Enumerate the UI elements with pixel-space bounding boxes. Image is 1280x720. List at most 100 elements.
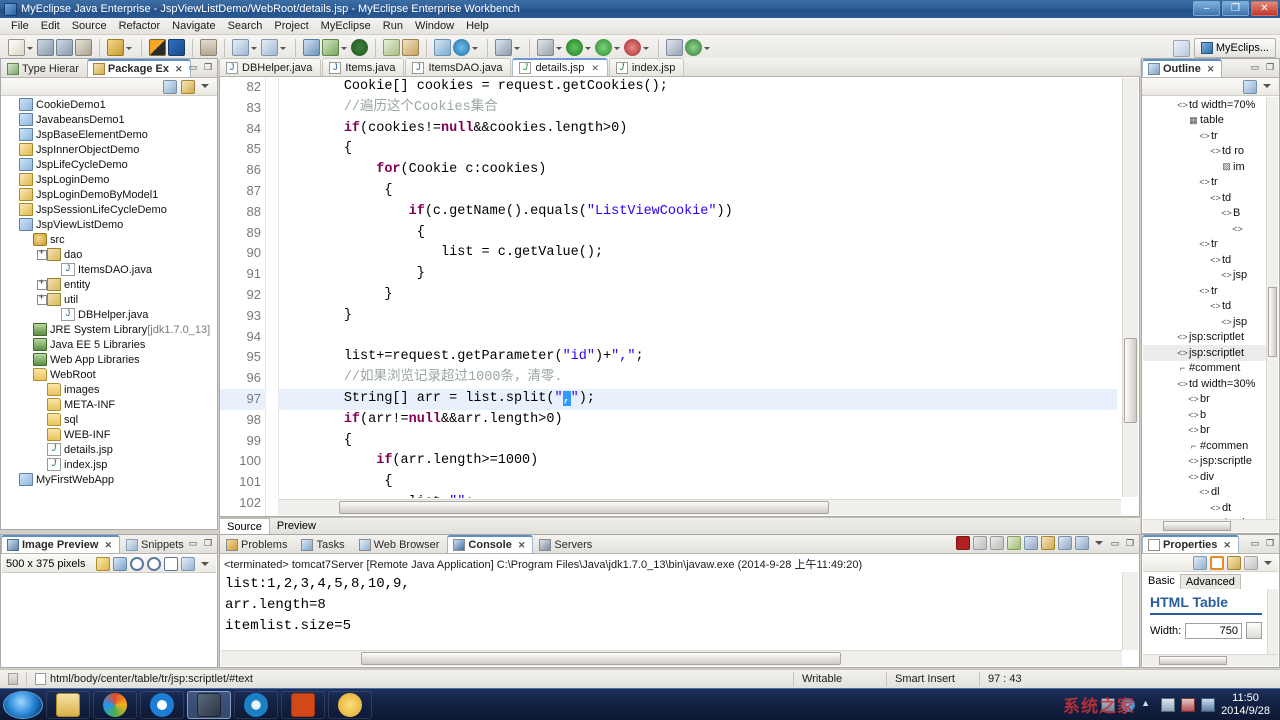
outline-node[interactable]: <> jsp:scriptlet	[1143, 330, 1266, 346]
code-line[interactable]: //如果浏览记录超过1000条，清零.	[279, 368, 1117, 389]
new-dropdown-icon[interactable]	[26, 40, 34, 56]
minimize-icon[interactable]: ▭	[187, 61, 199, 73]
expand-icon[interactable]	[36, 292, 47, 305]
close-icon[interactable]: ✕	[1223, 540, 1231, 551]
open-resource-dropdown-icon[interactable]	[279, 40, 287, 56]
properties-horizontal-scrollbar[interactable]	[1143, 654, 1278, 666]
tree-item-jre-system-library[interactable]: JRE System Library [jdk1.7.0_13]	[2, 322, 216, 337]
taskbar-item-sogou-browser[interactable]	[234, 690, 278, 719]
tree-item-jsplifecycledemo[interactable]: JspLifeCycleDemo	[2, 157, 216, 172]
menu-help[interactable]: Help	[460, 19, 495, 33]
outline-node[interactable]: <> br	[1143, 392, 1266, 408]
taskbar-clock[interactable]: 11:50 2014/9/28	[1221, 692, 1274, 718]
start-orb-icon[interactable]	[3, 690, 43, 719]
run-launch-dropdown-icon[interactable]	[613, 40, 621, 56]
run-icon[interactable]	[322, 39, 339, 56]
perspective-myeclipse-button[interactable]: MyEclips...	[1193, 38, 1276, 58]
tab-image-preview[interactable]: Image Preview ✕	[1, 535, 120, 553]
close-icon[interactable]: ✕	[104, 540, 112, 551]
previous-annotation-icon[interactable]	[685, 39, 702, 56]
tree-item-java-ee-5-libraries[interactable]: Java EE 5 Libraries	[2, 337, 216, 352]
menu-run[interactable]: Run	[377, 19, 409, 33]
maximize-icon[interactable]: ❐	[1264, 61, 1276, 73]
editor-tab-items-java[interactable]: Items.java	[322, 58, 405, 76]
close-icon[interactable]: ✕	[1207, 64, 1215, 75]
tree-item-index-jsp[interactable]: index.jsp	[2, 457, 216, 472]
outline-node[interactable]: ▦ table	[1143, 113, 1266, 129]
tree-item-details-jsp[interactable]: details.jsp	[2, 442, 216, 457]
run-history-dropdown-icon[interactable]	[642, 40, 650, 56]
terminate-icon[interactable]	[956, 536, 970, 550]
close-icon[interactable]: ✕	[518, 540, 526, 551]
outline-node[interactable]: <> td ro	[1143, 144, 1266, 160]
code-line[interactable]: {	[279, 181, 1117, 202]
print-icon[interactable]	[75, 39, 92, 56]
menu-window[interactable]: Window	[409, 19, 460, 33]
code-line[interactable]: list+=request.getParameter("id")+",";	[279, 347, 1117, 368]
code-text-area[interactable]: Cookie[] cookies = request.getCookies();…	[279, 77, 1117, 498]
expand-icon[interactable]	[36, 247, 47, 260]
outline-tree[interactable]: <> td width=70% ▦ table <> tr <> td ro ▨ im <> tr <>…	[1143, 97, 1266, 519]
width-unit-dropdown[interactable]	[1246, 622, 1262, 639]
code-line[interactable]: //遍历这个Cookies集合	[279, 98, 1117, 119]
tree-item-dbhelper-java[interactable]: DBHelper.java	[2, 307, 216, 322]
minimize-icon[interactable]: ▭	[1249, 537, 1261, 549]
outline-node[interactable]: <> td	[1143, 299, 1266, 315]
outline-node[interactable]: <>	[1143, 221, 1266, 237]
outline-horizontal-scrollbar[interactable]	[1143, 519, 1278, 532]
tree-item-images[interactable]: images	[2, 382, 216, 397]
properties-menu-icon[interactable]	[1261, 556, 1275, 570]
tab-package-explorer[interactable]: Package Ex ✕	[86, 59, 191, 77]
code-line[interactable]: }	[279, 285, 1117, 306]
close-icon[interactable]: ✕	[591, 63, 599, 74]
jsp-source-editor[interactable]: 82 83 84 85 86 87 88 89 90 91 92 93 94 95 96 97 98 99 100 1…	[219, 77, 1140, 517]
collapse-all-icon[interactable]	[1243, 79, 1257, 94]
open-resource-icon[interactable]	[261, 39, 278, 56]
next-annotation-icon[interactable]	[666, 39, 683, 56]
outline-vertical-scrollbar[interactable]	[1266, 97, 1278, 519]
scrollbar-thumb[interactable]	[1124, 338, 1137, 423]
code-line[interactable]: if(arr.length>=1000)	[279, 451, 1117, 472]
scroll-lock-icon[interactable]	[1024, 536, 1038, 550]
outline-node[interactable]: <> tr	[1143, 175, 1266, 191]
tree-item-jspbaseelementdemo[interactable]: JspBaseElementDemo	[2, 127, 216, 142]
outline-node[interactable]: ⌐ #commen	[1143, 438, 1266, 454]
code-line[interactable]: String[] arr = list.split(",");	[279, 388, 1117, 410]
pin-console-icon[interactable]	[1041, 536, 1055, 550]
run-dropdown-icon[interactable]	[340, 40, 348, 56]
taskbar-item-powerpoint[interactable]	[281, 690, 325, 719]
restore-default-icon[interactable]	[1227, 556, 1241, 570]
minimize-button[interactable]: –	[1193, 1, 1220, 16]
editor-tab-index-jsp[interactable]: index.jsp	[608, 58, 685, 76]
preview-icon[interactable]	[495, 39, 512, 56]
menu-navigate[interactable]: Navigate	[166, 19, 221, 33]
browser-icon[interactable]	[453, 39, 470, 56]
remove-launch-icon[interactable]	[973, 536, 987, 550]
taskbar-item-browser[interactable]	[93, 690, 137, 719]
collapse-all-icon[interactable]	[163, 79, 177, 94]
console-vertical-scrollbar[interactable]	[1122, 572, 1138, 650]
external-tools-icon[interactable]	[383, 39, 400, 56]
view-options-icon[interactable]	[181, 79, 195, 94]
scrollbar-thumb[interactable]	[339, 501, 829, 514]
properties-vertical-scrollbar[interactable]	[1267, 589, 1278, 654]
clear-console-icon[interactable]	[1007, 536, 1021, 550]
profile-dropdown-icon[interactable]	[555, 40, 563, 56]
show-advanced-icon[interactable]	[1210, 556, 1224, 570]
console-tab-console[interactable]: Console ✕	[447, 535, 534, 553]
minimize-icon[interactable]: ▭	[1249, 61, 1261, 73]
open-console-icon[interactable]	[1075, 536, 1089, 550]
outline-node[interactable]: ▨ im	[1143, 159, 1266, 175]
deploy-icon[interactable]	[107, 39, 124, 56]
tree-item-jsplogindemo[interactable]: JspLoginDemo	[2, 172, 216, 187]
taskbar-item-windows-explorer[interactable]	[46, 690, 90, 719]
tab-snippets[interactable]: Snippets	[120, 535, 192, 553]
tab-properties[interactable]: Properties ✕	[1142, 535, 1239, 553]
maximize-button[interactable]: ❐	[1222, 1, 1249, 16]
outline-node[interactable]: <> tr	[1143, 283, 1266, 299]
outline-node[interactable]: <> jsp:scriptle	[1143, 454, 1266, 470]
open-type-dropdown-icon[interactable]	[250, 40, 258, 56]
code-line[interactable]: {	[279, 431, 1117, 452]
minimize-icon[interactable]: ▭	[187, 537, 199, 549]
profile-icon[interactable]	[537, 39, 554, 56]
